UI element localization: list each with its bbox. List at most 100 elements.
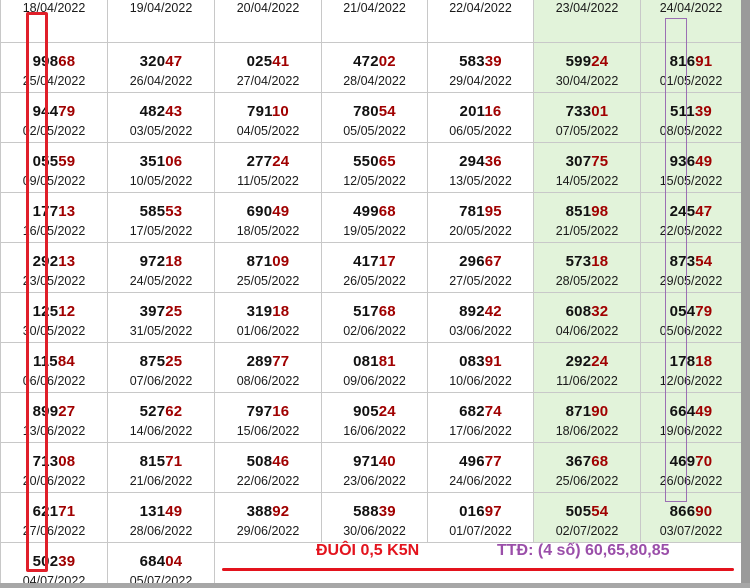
result-cell: 68274 17/06/2022 xyxy=(427,392,534,443)
result-tail-digits: 84 xyxy=(57,353,75,370)
result-date: 01/05/2022 xyxy=(659,74,723,88)
result-date: 27/06/2022 xyxy=(22,524,86,538)
result-cell: 35106 10/05/2022 xyxy=(107,142,215,193)
table-row: 05559 09/05/2022 35106 10/05/2022 27724 11/05… xyxy=(0,142,742,193)
result-cell: 89927 13/06/2022 xyxy=(0,392,108,443)
result-number: 38892 xyxy=(215,503,321,521)
result-date: 16/05/2022 xyxy=(22,224,86,238)
result-cell: 52762 14/06/2022 xyxy=(107,392,215,443)
result-cell: 21/04/2022 xyxy=(321,0,428,43)
result-number: 87525 xyxy=(108,353,214,371)
result-number: 89927 xyxy=(1,403,107,421)
result-cell: 69049 18/05/2022 xyxy=(214,192,322,243)
result-cell: 12512 30/05/2022 xyxy=(0,292,108,343)
result-cell: 62171 27/06/2022 xyxy=(0,492,108,543)
result-head-digits: 875 xyxy=(139,353,166,370)
result-date: 24/04/2022 xyxy=(659,1,723,15)
result-date: 22/05/2022 xyxy=(659,224,723,238)
table-row: 62171 27/06/2022 13149 28/06/2022 38892 29/06… xyxy=(0,492,742,543)
result-tail-digits: 90 xyxy=(591,403,609,420)
result-date: 27/04/2022 xyxy=(236,74,300,88)
result-number: 52762 xyxy=(108,403,214,421)
table-row: 29213 23/05/2022 97218 24/05/2022 87109 25/05… xyxy=(0,242,742,293)
result-cell: 58839 30/06/2022 xyxy=(321,492,428,543)
result-tail-digits: 49 xyxy=(695,403,713,420)
result-date: 26/04/2022 xyxy=(129,74,193,88)
result-tail-digits: 92 xyxy=(272,503,290,520)
result-head-digits: 682 xyxy=(459,403,485,420)
result-number: 79110 xyxy=(215,103,321,121)
result-date: 12/05/2022 xyxy=(343,174,406,188)
result-date: 08/06/2022 xyxy=(236,374,300,388)
result-cell: 87525 07/06/2022 xyxy=(107,342,215,393)
result-head-digits: 397 xyxy=(139,303,166,320)
result-cell: 19/04/2022 xyxy=(107,0,215,43)
result-cell: 79110 04/05/2022 xyxy=(214,92,322,143)
result-cell: 58339 29/04/2022 xyxy=(427,42,534,93)
result-head-digits: 482 xyxy=(139,103,166,120)
result-number: 81691 xyxy=(641,53,741,71)
result-date: 03/07/2022 xyxy=(659,524,723,538)
result-tail-digits: 17 xyxy=(378,253,396,270)
result-tail-digits: 54 xyxy=(591,503,609,520)
result-cell: 28977 08/06/2022 xyxy=(214,342,322,393)
result-tail-digits: 65 xyxy=(378,153,396,170)
results-table: 18/04/2022 19/04/2022 20/04/2022 21/04/2022… xyxy=(0,0,742,588)
result-date: 01/06/2022 xyxy=(236,324,300,338)
result-number: 30775 xyxy=(534,153,640,171)
result-tail-digits: 77 xyxy=(484,453,502,470)
result-date: 19/05/2022 xyxy=(343,224,406,238)
result-tail-digits: 27 xyxy=(58,403,76,420)
result-date: 20/06/2022 xyxy=(22,474,86,488)
result-number: 02541 xyxy=(215,53,321,71)
result-cell: 08181 09/06/2022 xyxy=(321,342,428,393)
result-number: 69049 xyxy=(215,203,321,221)
result-head-digits: 517 xyxy=(353,303,379,320)
result-head-digits: 780 xyxy=(353,103,379,120)
result-date: 13/06/2022 xyxy=(22,424,86,438)
result-cell: 89242 03/06/2022 xyxy=(427,292,534,343)
result-cell: 49677 24/06/2022 xyxy=(427,442,534,493)
result-date: 08/05/2022 xyxy=(659,124,723,138)
result-cell: 38892 29/06/2022 xyxy=(214,492,322,543)
result-head-digits: 791 xyxy=(247,103,272,120)
result-date: 19/06/2022 xyxy=(659,424,723,438)
result-cell: 81691 01/05/2022 xyxy=(640,42,742,93)
result-date: 09/05/2022 xyxy=(22,174,86,188)
result-date: 31/05/2022 xyxy=(129,324,193,338)
result-date: 14/06/2022 xyxy=(129,424,193,438)
tail-note: ĐUÔI 0,5 K5N xyxy=(316,542,420,559)
result-tail-digits: 59 xyxy=(58,153,76,170)
result-date: 06/05/2022 xyxy=(449,124,512,138)
result-date: 23/04/2022 xyxy=(555,1,619,15)
result-head-digits: 815 xyxy=(139,453,166,470)
result-number: 24547 xyxy=(641,203,741,221)
result-tail-digits: 49 xyxy=(272,203,290,220)
result-date: 04/05/2022 xyxy=(236,124,300,138)
result-tail-digits: 10 xyxy=(271,103,289,120)
result-cell: 59924 30/04/2022 xyxy=(533,42,641,93)
result-tail-digits: 77 xyxy=(272,353,290,370)
result-number: 50846 xyxy=(215,453,321,471)
result-cell: 50554 02/07/2022 xyxy=(533,492,641,543)
result-number: 39725 xyxy=(108,303,214,321)
result-number: 05559 xyxy=(1,153,107,171)
table-row: 94479 02/05/2022 48243 03/05/2022 79110 04/05… xyxy=(0,92,742,143)
result-number: 97218 xyxy=(108,253,214,271)
result-head-digits: 871 xyxy=(246,253,273,270)
result-cell: 68404 05/07/2022 xyxy=(107,542,215,588)
result-date: 15/05/2022 xyxy=(659,174,723,188)
result-date: 22/04/2022 xyxy=(449,1,512,15)
window-edge-right xyxy=(741,0,750,588)
result-tail-digits: 16 xyxy=(484,103,502,120)
result-date: 30/04/2022 xyxy=(555,74,619,88)
result-date: 28/04/2022 xyxy=(343,74,406,88)
result-number: 58339 xyxy=(428,53,533,71)
result-cell: 20116 06/05/2022 xyxy=(427,92,534,143)
result-number: 27724 xyxy=(215,153,321,171)
result-number: 87109 xyxy=(215,253,321,271)
result-tail-digits: 75 xyxy=(591,153,609,170)
last-column-highlight xyxy=(665,18,687,502)
result-cell: 58553 17/05/2022 xyxy=(107,192,215,243)
result-head-digits: 972 xyxy=(139,253,166,270)
